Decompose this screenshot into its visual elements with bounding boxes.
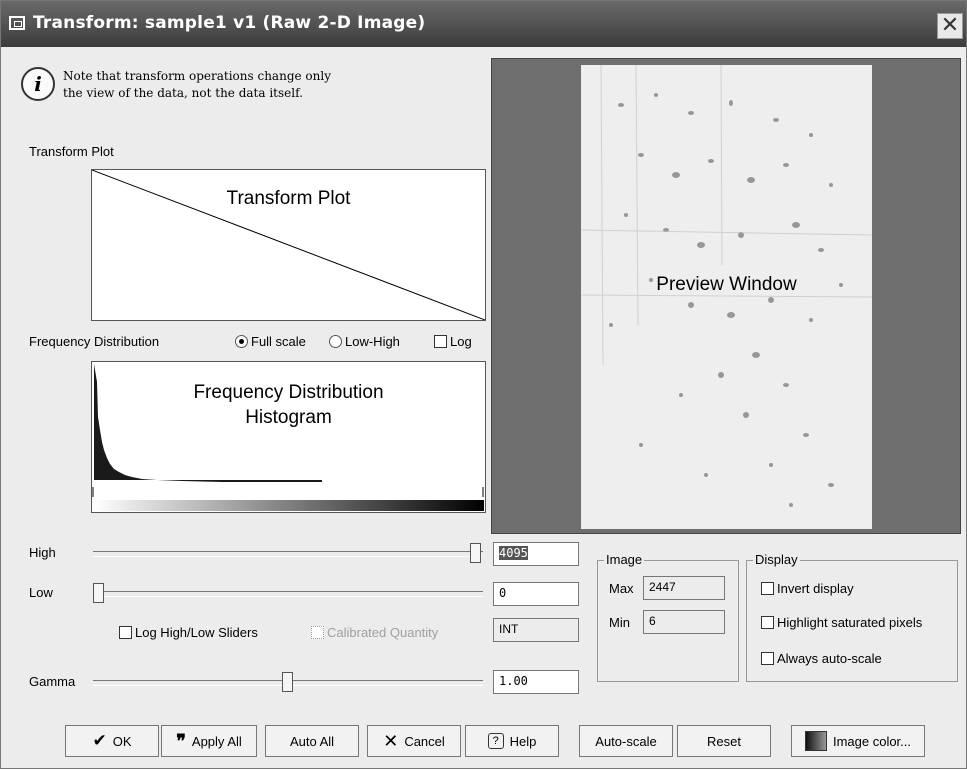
ok-button[interactable]: ✔ OK xyxy=(65,725,159,757)
calibrated-quantity-checkbox[interactable]: Calibrated Quantity xyxy=(311,625,438,640)
reset-label: Reset xyxy=(707,733,741,749)
histogram-overlay-line-1: Frequency Distribution xyxy=(193,382,384,403)
histogram-overlay-line-2: Histogram xyxy=(245,407,332,428)
quote-icon: ❞ xyxy=(176,730,186,751)
log-sliders-label: Log High/Low Sliders xyxy=(135,625,258,640)
ok-label: OK xyxy=(112,733,132,749)
preview-window[interactable]: Preview Window xyxy=(491,58,961,534)
always-autoscale-label: Always auto-scale xyxy=(777,651,882,666)
transform-plot-label: Transform Plot xyxy=(29,144,114,159)
info-note: Note that transform operations change on… xyxy=(63,68,403,102)
help-label: Help xyxy=(509,733,537,749)
low-label: Low xyxy=(29,585,53,600)
invert-display-checkbox[interactable]: Invert display xyxy=(761,581,854,596)
info-icon: i xyxy=(21,67,55,101)
log-sliders-checkbox-box[interactable] xyxy=(119,626,132,639)
reset-button[interactable]: Reset xyxy=(677,725,771,757)
gamma-value-field[interactable]: 1.00 xyxy=(493,670,579,694)
log-checkbox[interactable]: Log xyxy=(434,334,472,349)
invert-display-label: Invert display xyxy=(777,581,854,596)
title-bar[interactable]: Transform: sample1 v1 (Raw 2-D Image) ✕ xyxy=(1,1,966,47)
cancel-button[interactable]: ✕ Cancel xyxy=(367,725,461,757)
low-value-field[interactable]: 0 xyxy=(493,582,579,606)
calibrated-quantity-label: Calibrated Quantity xyxy=(327,625,439,640)
image-group-title: Image xyxy=(604,552,645,567)
highlight-saturated-label: Highlight saturated pixels xyxy=(777,615,923,630)
radio-full-scale[interactable]: Full scale xyxy=(235,334,306,349)
high-slider-track[interactable] xyxy=(93,551,483,557)
apply-all-label: Apply All xyxy=(191,733,242,749)
help-icon: ? xyxy=(487,733,504,749)
high-value: 4095 xyxy=(499,546,528,560)
note-line-1: Note that transform operations change on… xyxy=(63,69,331,83)
quantity-type-field: INT xyxy=(493,618,579,642)
gel-image xyxy=(581,65,872,529)
max-value-field: 2447 xyxy=(643,576,725,600)
cancel-label: Cancel xyxy=(404,733,445,749)
transform-plot: Transform Plot xyxy=(91,169,486,321)
gamma-slider-thumb[interactable] xyxy=(282,672,293,692)
transform-dialog: Transform: sample1 v1 (Raw 2-D Image) ✕ … xyxy=(0,0,967,769)
window-title: Transform: sample1 v1 (Raw 2-D Image) xyxy=(33,13,426,33)
note-line-2: the view of the data, not the data itsel… xyxy=(63,86,303,100)
gamma-label: Gamma xyxy=(29,674,76,689)
invert-display-box[interactable] xyxy=(761,582,774,595)
help-button[interactable]: ? Help xyxy=(465,725,559,757)
preview-overlay: Preview Window xyxy=(656,274,797,295)
frequency-label: Frequency Distribution xyxy=(29,334,160,349)
image-color-label: Image color... xyxy=(832,733,912,749)
always-autoscale-checkbox[interactable]: Always auto-scale xyxy=(761,651,882,666)
min-label: Min xyxy=(609,615,630,630)
high-slider-thumb[interactable] xyxy=(470,543,481,563)
frequency-histogram: Frequency Distribution Histogram xyxy=(91,361,486,513)
auto-all-label: Auto All xyxy=(289,733,335,749)
log-checkbox-box[interactable] xyxy=(434,335,447,348)
high-label: High xyxy=(29,545,56,560)
image-color-button[interactable]: Image color... xyxy=(791,725,925,757)
calibrated-quantity-checkbox-box[interactable] xyxy=(311,626,324,639)
log-sliders-checkbox[interactable]: Log High/Low Sliders xyxy=(119,625,258,640)
auto-all-button[interactable]: Auto All xyxy=(265,725,359,757)
transform-plot-overlay: Transform Plot xyxy=(226,188,351,209)
log-checkbox-label: Log xyxy=(450,334,472,349)
close-button[interactable]: ✕ xyxy=(937,13,963,39)
highlight-saturated-box[interactable] xyxy=(761,616,774,629)
check-icon: ✔ xyxy=(92,731,107,750)
histogram-overlay: Frequency Distribution Histogram xyxy=(92,380,485,430)
radio-low-high[interactable]: Low-High xyxy=(329,334,400,349)
window-icon xyxy=(9,16,25,30)
color-swatch-icon xyxy=(804,731,827,751)
high-value-field[interactable]: 4095 xyxy=(493,542,579,566)
gel-spots xyxy=(581,65,872,529)
apply-all-button[interactable]: ❞ Apply All xyxy=(161,725,257,757)
radio-low-high-indicator[interactable] xyxy=(329,335,342,348)
min-value-field: 6 xyxy=(643,610,725,634)
low-slider-track[interactable] xyxy=(93,591,483,597)
radio-low-high-label: Low-High xyxy=(345,334,400,349)
always-autoscale-box[interactable] xyxy=(761,652,774,665)
display-group-title: Display xyxy=(753,552,800,567)
auto-scale-button[interactable]: Auto-scale xyxy=(579,725,673,757)
radio-full-scale-label: Full scale xyxy=(251,334,306,349)
auto-scale-label: Auto-scale xyxy=(595,733,657,749)
highlight-saturated-checkbox[interactable]: Highlight saturated pixels xyxy=(761,615,922,630)
low-slider-thumb[interactable] xyxy=(93,583,104,603)
x-icon: ✕ xyxy=(383,730,399,751)
max-label: Max xyxy=(609,581,634,596)
radio-full-scale-indicator[interactable] xyxy=(235,335,248,348)
